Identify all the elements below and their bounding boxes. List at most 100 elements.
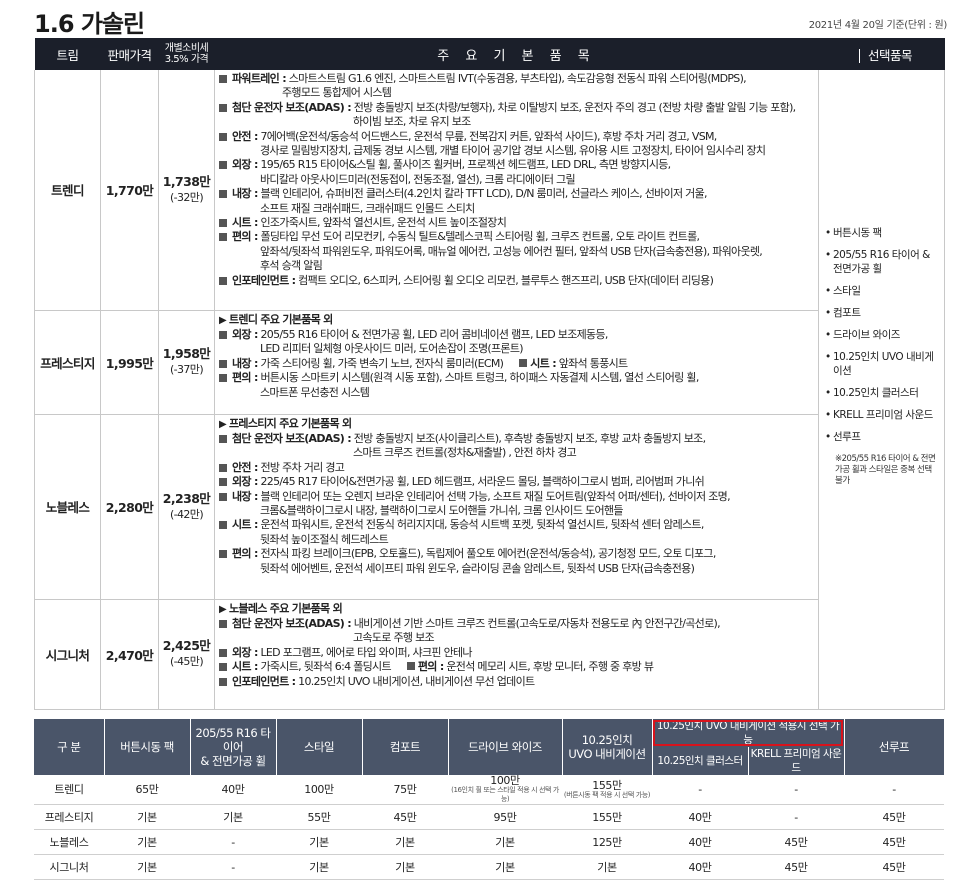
tax-price-value: 2,238만: [162, 490, 211, 506]
date-note: 2021년 4월 20일 기준(단위 : 원): [808, 20, 948, 31]
bullet-square-icon: [219, 359, 227, 368]
feature-text: 전방 충돌방지 보조(차량/보행자), 차로 이탈방지 보조, 운전자 주의 경…: [350, 100, 796, 114]
option-cell-trim: 트렌디: [34, 775, 104, 805]
trim-price: 2,470만: [100, 599, 159, 710]
option-value: 기본: [597, 860, 617, 874]
option-item: 205/55 R16 타이어 & 전면가공 휠: [825, 248, 940, 276]
option-value: 100만: [304, 783, 334, 796]
basic-features: ▶ 트렌디 주요 기본품목 외 외장 : 205/55 R16 타이어 & 전면가공…: [214, 310, 819, 415]
tax-price-diff: (-37만): [169, 363, 204, 376]
option-cell-tire: -: [190, 829, 276, 855]
basic-features: 파워트레인 : 스마트스트림 G1.6 엔진, 스마트스트림 IVT(수동겸용,…: [214, 70, 819, 311]
triangle-icon: ▶: [219, 314, 227, 326]
bullet-square-icon: [219, 619, 227, 628]
option-cell-cluster: -: [652, 775, 748, 805]
options-note: ※205/55 R16 타이어 & 전면가공 휠과 스타일은 중복 선택 불가: [825, 454, 940, 487]
option-row: 노블레스 기본 - 기본 기본 기본 125만 40만 45만 45만: [34, 829, 944, 855]
option-value: 기본: [309, 860, 329, 874]
bullet-square-icon: [519, 358, 528, 367]
feature-line: 내장 : 블랙 인테리어, 슈퍼비전 클러스터(4.2인치 칼라 TFT LCD…: [219, 187, 816, 201]
option-value: 155만: [592, 810, 622, 824]
tax-price-diff: (-45만): [169, 655, 204, 668]
option-cell-navi: 155만 (버튼시동 팩 적용 시 선택 가능): [562, 775, 652, 805]
opt-header-navi-group: 10.25인치 UVO 내비게이션 적용시 선택 가능: [652, 719, 845, 747]
feature-line: 첨단 운전자 보조(ADAS) : 전방 충돌방지 보조(사이클리스트), 후측…: [219, 432, 816, 446]
option-value: 95만: [493, 810, 517, 824]
feature-line: 안전 : 전방 주차 거리 경고: [219, 461, 816, 475]
opt-header-tire: 205/55 R16 타이어 & 전면가공 휠: [190, 719, 277, 775]
option-cell-cluster: 40만: [652, 829, 748, 855]
feature-category: 외장 :: [232, 327, 258, 341]
option-value: -: [892, 783, 896, 796]
feature-category: 인포테인먼트 :: [232, 273, 296, 287]
option-cell-sunroof: 45만: [844, 829, 944, 855]
option-item: 버튼시동 팩: [825, 226, 940, 240]
option-cell-style: 기본: [276, 854, 362, 880]
opt-header-group: 구 분: [34, 719, 105, 775]
option-cell-comfort: 기본: [362, 854, 448, 880]
option-value: 155만: [592, 778, 622, 792]
option-value: 45만: [882, 860, 906, 874]
bullet-square-icon: [219, 478, 227, 487]
header-tax-line1: 개별소비세: [164, 43, 209, 54]
spec-table: 트림 판매가격 개별소비세 3.5% 가격 주 요 기 본 품 목 선택품목 트렌…: [34, 38, 945, 710]
feature-text: 7에어백(운전석/동승석 어드밴스드, 운전석 무릎, 전복감지 커튼, 앞좌석…: [257, 129, 717, 143]
bullet-square-icon: [219, 219, 227, 228]
bullet-square-icon: [219, 190, 227, 199]
feature-line: 첨단 운전자 보조(ADAS) : 내비게이션 기반 스마트 크루즈 컨트롤(고…: [219, 617, 816, 631]
option-cell-navi: 기본: [562, 854, 652, 880]
option-value: 기본: [395, 835, 415, 849]
option-row: 시그니처 기본 - 기본 기본 기본 기본 40만 45만 45만: [34, 854, 944, 880]
feature-line: 시트 : 운전석 파워시트, 운전석 전동식 허리지지대, 동승석 시트백 포켓…: [219, 518, 816, 532]
feature-category: 시트 :: [232, 660, 258, 674]
bullet-square-icon: [219, 550, 227, 559]
feature-text: 가죽시트, 뒷좌석 6:4 폴딩시트: [257, 660, 391, 674]
header-options-label: 선택품목: [867, 47, 913, 63]
feature-line: 외장 : 225/45 R17 타이어&전면가공 휠, LED 헤드램프, 서라…: [219, 475, 816, 489]
option-note: (16인치 휠 또는 스타일 적용 시 선택 가능): [451, 786, 559, 803]
option-value: 40만: [221, 783, 245, 796]
features-heading-text: 트렌디 주요 기본품목 외: [229, 312, 333, 326]
option-cell-tire: 기본: [190, 804, 276, 830]
option-cell-drive: 기본: [448, 829, 562, 855]
bullet-square-icon: [406, 662, 415, 671]
tax-price-value: 1,958만: [162, 346, 211, 361]
options-note-text: ※205/55 R16 타이어 & 전면가공 휠과 스타일은 중복 선택 불가: [835, 454, 936, 486]
feature-category: 시트 :: [530, 356, 556, 370]
option-cell-tire: -: [190, 854, 276, 880]
option-value: 40만: [688, 860, 712, 874]
triangle-icon: ▶: [219, 603, 227, 615]
tax-price-diff: (-42만): [169, 507, 204, 521]
bullet-square-icon: [219, 276, 227, 285]
option-item: 스타일: [825, 284, 940, 298]
option-value: 125만: [592, 835, 622, 849]
bullet-square-icon: [219, 463, 227, 472]
feature-line-cont: 하이빔 보조, 차로 유지 보조: [353, 115, 471, 129]
opt-header-style: 스타일: [276, 719, 363, 775]
feature-category: 내장 :: [232, 187, 258, 201]
bullet-square-icon: [219, 161, 227, 170]
option-cell-button: 65만: [104, 775, 190, 805]
option-cell-cluster: 40만: [652, 804, 748, 830]
feature-text: 컴팩트 오디오, 6스피커, 스티어링 휠 오디오 리모컨, 블루투스 핸즈프리…: [295, 273, 714, 287]
spec-row: 노블레스 2,280만 2,238만 (-42만) ▶ 프레스티지 주요 기본품목 외 첨단…: [34, 414, 945, 600]
option-value: 45만: [393, 810, 417, 824]
feature-category: 시트 :: [232, 518, 258, 532]
option-value: 기본: [495, 860, 515, 874]
opt-header-navi-l1: 10.25인치: [581, 733, 633, 747]
option-price-table: 구 분 버튼시동 팩 205/55 R16 타이어 & 전면가공 휠 스타일 컴포…: [34, 719, 945, 880]
feature-category: 편의 :: [417, 660, 444, 674]
trim-name: 노블레스: [34, 414, 101, 600]
feature-text: 전방 충돌방지 보조(사이클리스트), 후측방 충돌방지 보조, 후방 교차 충…: [350, 431, 706, 445]
option-value: 40만: [688, 835, 712, 849]
opt-header-tire-l1: 205/55 R16 타이어: [195, 726, 271, 754]
spec-header-row: 트림 판매가격 개별소비세 3.5% 가격 주 요 기 본 품 목 선택품목: [34, 38, 945, 70]
option-row: 프레스티지 기본 기본 55만 45만 95만 155만 40만 - 45만: [34, 804, 944, 830]
page-title: 1.6 가솔린: [34, 10, 145, 38]
option-value: 기본: [137, 860, 157, 874]
bullet-square-icon: [219, 663, 227, 672]
opt-header-navi: 10.25인치 UVO 내비게이션: [562, 719, 653, 775]
feature-text: 10.25인치 UVO 내비게이션, 내비게이션 무선 업데이트: [295, 674, 535, 688]
option-item: 컴포트: [825, 306, 940, 320]
option-value: 75만: [393, 783, 417, 796]
